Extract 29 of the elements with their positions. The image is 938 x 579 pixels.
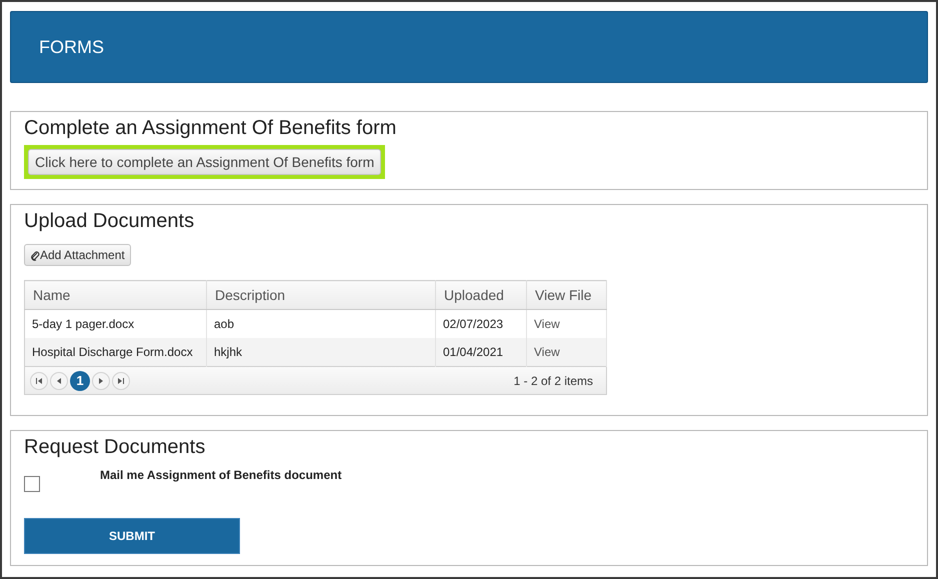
- section-title: Complete an Assignment Of Benefits form: [24, 116, 396, 141]
- page-title: FORMS: [39, 36, 104, 58]
- view-link[interactable]: View: [534, 345, 560, 359]
- column-header[interactable]: Description: [206, 280, 436, 310]
- paperclip-icon: [30, 250, 40, 260]
- add-attachment-button[interactable]: Add Attachment: [24, 244, 131, 266]
- file-name-cell: Hospital Discharge Form.docx: [24, 338, 206, 366]
- checkbox[interactable]: [24, 476, 40, 492]
- section-title: Request Documents: [24, 435, 206, 460]
- column-header[interactable]: Uploaded: [436, 280, 526, 310]
- description-cell: hkjhk: [206, 338, 436, 366]
- column-header[interactable]: Name: [24, 280, 206, 310]
- first-page-button[interactable]: [30, 372, 48, 390]
- view-link[interactable]: View: [534, 317, 560, 331]
- page-button[interactable]: 1: [70, 370, 90, 390]
- section-title: Upload Documents: [24, 209, 194, 234]
- last-page-arrow-icon: [117, 376, 125, 384]
- previous-page-button[interactable]: [50, 372, 68, 390]
- last-page-button[interactable]: [112, 372, 130, 390]
- column-header[interactable]: View File: [526, 280, 606, 310]
- next-page-button[interactable]: [92, 372, 110, 390]
- next-page-arrow-icon: [97, 376, 105, 384]
- uploaded-date-cell: 01/04/2021: [436, 338, 526, 366]
- first-page-arrow-icon: [35, 376, 43, 384]
- submit-button[interactable]: SUBMIT: [24, 518, 240, 554]
- item-count: 1 - 2 of 2 items: [514, 374, 594, 388]
- checkbox-label: Mail me Assignment of Benefits document: [100, 468, 342, 482]
- previous-page-arrow-icon: [55, 376, 63, 384]
- complete-form-button[interactable]: Click here to complete an Assignment Of Benefits form: [28, 149, 382, 175]
